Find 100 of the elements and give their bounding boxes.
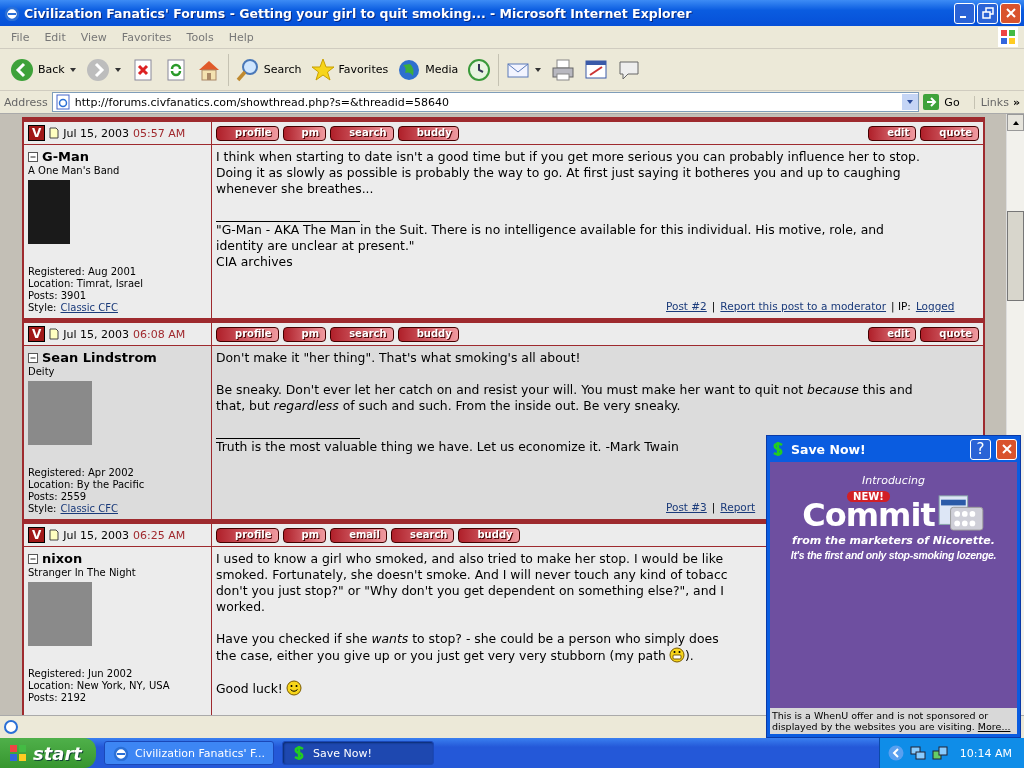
post-link[interactable]: Report <box>720 499 756 515</box>
grin-emoticon-icon <box>668 647 685 663</box>
window-title: Civilization Fanatics' Forums - Getting your girl to quit smoking... - Microsoft Internet Explorer <box>24 5 693 21</box>
post-link[interactable]: Post #2 <box>666 298 707 314</box>
favorites-button[interactable]: Favorites <box>306 55 393 84</box>
taskbar-button[interactable]: Save Now! <box>282 741 434 765</box>
post-action-button[interactable]: pm <box>282 527 327 543</box>
post-action-button[interactable]: search <box>330 125 394 141</box>
post-action-button[interactable]: profile <box>216 326 279 342</box>
minimize-button[interactable] <box>954 2 975 24</box>
user-title: Deity <box>28 366 56 377</box>
edit-icon <box>584 57 609 82</box>
post-date: Jul 15, 2003 <box>63 327 130 341</box>
user-title: Stranger In The Night <box>28 567 137 578</box>
network-icon[interactable] <box>931 745 948 761</box>
user-info-line: Location: Timrat, Israel <box>28 278 144 290</box>
minimize-icon <box>959 16 966 18</box>
close-icon <box>1004 7 1017 19</box>
post-action-button[interactable]: buddy <box>397 326 459 342</box>
post-text: ). <box>684 648 694 663</box>
restore-icon <box>981 7 994 19</box>
user-info-line: Registered: Apr 2002 <box>28 467 135 479</box>
menu-item[interactable]: Help <box>221 30 262 44</box>
start-button[interactable]: start <box>0 738 96 768</box>
back-icon <box>10 57 34 82</box>
links-button[interactable]: Links <box>973 95 1009 109</box>
collapse-icon[interactable] <box>28 553 38 564</box>
menu-item[interactable]: Favorites <box>114 30 180 44</box>
advertisement-panel[interactable]: Introducing NEW! Commit from the marketers of Nicorette. It's the first and only stop-smoking lozenge. <box>770 462 1017 708</box>
post-action-button[interactable]: profile <box>216 125 279 141</box>
post-action-button[interactable]: quote <box>920 125 979 141</box>
post-action-button[interactable]: buddy <box>458 527 520 543</box>
post-action-button[interactable]: quote <box>920 326 979 342</box>
post-action-button[interactable]: email <box>330 527 387 543</box>
menu-item[interactable]: Tools <box>179 30 222 44</box>
footer-text: | <box>711 500 716 515</box>
close-button[interactable] <box>996 438 1017 460</box>
media-button[interactable]: Media <box>393 55 463 84</box>
post-text: Have you checked if she wants to stop? - she could be a person who simply does <box>216 631 720 647</box>
address-field[interactable]: http://forums.civfanatics.com/showthread.php?s=&threadid=58640 <box>51 92 920 112</box>
user-info-line: Posts: 3901 <box>28 290 88 302</box>
taskbar-button[interactable]: Civilization Fanatics' F... <box>104 741 274 765</box>
user-info-line: Registered: Aug 2001 <box>28 266 138 278</box>
post-action-button[interactable]: pm <box>282 125 327 141</box>
history-icon <box>467 57 492 82</box>
signature-text: "G-Man - AKA The Man in the Suit. There is no intelligence available for this individual. His motive, role, and identity are unclear at present." CIA archives <box>216 222 884 270</box>
menu-item[interactable]: File <box>4 30 38 44</box>
menu-item[interactable]: Edit <box>37 30 74 44</box>
author-name[interactable]: G-Man <box>42 149 90 164</box>
help-button[interactable]: ? <box>970 438 991 460</box>
post-action-button[interactable]: pm <box>282 326 327 342</box>
collapse-icon[interactable] <box>28 151 38 162</box>
post-date: Jul 15, 2003 <box>63 528 130 542</box>
post-action-button[interactable]: edit <box>868 326 917 342</box>
post-action-button[interactable]: buddy <box>397 125 459 141</box>
post-time: 05:57 AM <box>133 126 186 140</box>
footer-text: | IP: <box>891 299 911 314</box>
go-button[interactable]: Go <box>923 94 970 110</box>
more-links-button[interactable]: » <box>1012 95 1020 109</box>
author-name[interactable]: Sean Lindstrom <box>42 350 157 365</box>
post-action-button[interactable]: search <box>330 326 394 342</box>
style-label: Style: <box>28 302 57 314</box>
menu-item[interactable]: View <box>73 30 115 44</box>
windows-logo-icon <box>8 743 28 763</box>
search-button[interactable]: Search <box>231 55 306 84</box>
style-label: Style: <box>28 503 57 515</box>
post-date: Jul 15, 2003 <box>63 126 130 140</box>
post-link[interactable]: Logged <box>915 298 955 314</box>
disclaimer-text: This is a WhenU offer and is not sponsored or displayed by the websites you are visiting. More... <box>770 708 1017 734</box>
style-link[interactable]: Classic CFC <box>60 302 118 314</box>
user-info-line: Posts: 2192 <box>28 692 88 704</box>
scrollbar-thumb[interactable] <box>1007 211 1024 301</box>
post-text: Don't make it "her thing". That's what smoking's all about! <box>216 350 581 365</box>
author-name[interactable]: nixon <box>42 551 83 566</box>
more-link[interactable]: More... <box>977 721 1011 732</box>
search-icon <box>235 57 260 82</box>
browser-icon <box>113 745 129 761</box>
post-link[interactable]: Post #3 <box>666 499 707 515</box>
style-link[interactable]: Classic CFC <box>60 503 118 515</box>
post-action-button[interactable]: profile <box>216 527 279 543</box>
collapse-icon[interactable] <box>28 352 38 363</box>
windows-logo-icon <box>998 27 1018 47</box>
back-button[interactable]: Back <box>6 55 81 84</box>
product-package-drawing <box>936 494 985 532</box>
forum-badge: V <box>28 326 46 342</box>
post-link[interactable]: Report this post to a moderator <box>720 298 887 314</box>
close-button[interactable] <box>1000 2 1021 24</box>
forum-badge: V <box>28 125 46 141</box>
post-action-button[interactable]: edit <box>868 125 917 141</box>
network-icon[interactable] <box>909 745 926 761</box>
chevron-left-icon[interactable] <box>887 745 904 761</box>
post-time: 06:25 AM <box>133 528 186 542</box>
avatar-placeholder <box>28 582 92 646</box>
printer-icon <box>551 57 576 82</box>
signature-text: Truth is the most valuable thing we have. Let us economize it. -Mark Twain <box>216 439 679 455</box>
popup-title: Save Now! <box>791 441 867 457</box>
post-icon <box>49 529 60 541</box>
post-action-button[interactable]: search <box>391 527 455 543</box>
address-label: Address <box>4 95 48 109</box>
restore-button[interactable] <box>977 2 998 24</box>
